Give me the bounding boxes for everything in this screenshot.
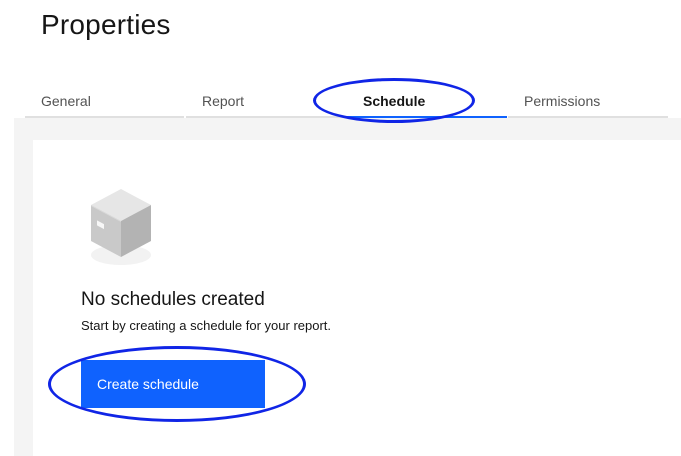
tab-general-label: General — [41, 93, 91, 109]
create-schedule-button-label: Create schedule — [97, 376, 199, 392]
page-title: Properties — [41, 9, 171, 40]
tab-permissions-label: Permissions — [524, 93, 601, 109]
empty-state-title: No schedules created — [81, 289, 265, 310]
tab-schedule-label: Schedule — [363, 93, 426, 109]
tab-general[interactable]: General — [25, 84, 184, 118]
tab-schedule[interactable]: Schedule — [347, 84, 507, 118]
tab-list: General Report Schedule Permissions — [25, 84, 668, 118]
box-icon — [91, 189, 151, 265]
tab-report[interactable]: Report — [186, 84, 345, 118]
tab-permissions[interactable]: Permissions — [508, 84, 668, 118]
empty-state-description: Start by creating a schedule for your re… — [81, 318, 332, 333]
tab-report-label: Report — [202, 93, 245, 109]
create-schedule-button[interactable]: Create schedule — [81, 360, 265, 408]
